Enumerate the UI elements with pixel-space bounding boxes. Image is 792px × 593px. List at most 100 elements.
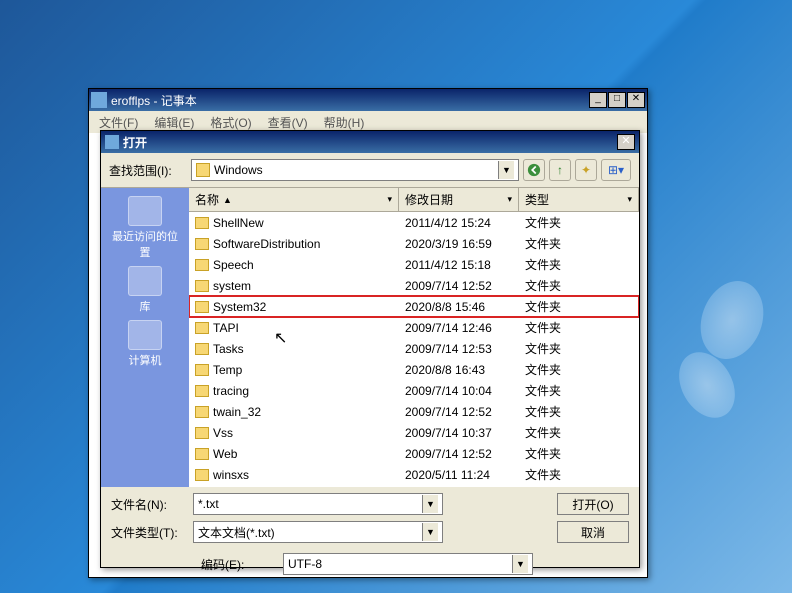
encoding-dropdown[interactable]: UTF-8 ▼ xyxy=(283,553,533,575)
file-type: 文件夹 xyxy=(519,360,639,379)
chevron-down-icon: ▼ xyxy=(498,161,514,179)
filename-input[interactable]: *.txt ▼ xyxy=(193,493,443,515)
lookin-dropdown[interactable]: Windows ▼ xyxy=(191,159,519,181)
folder-icon xyxy=(195,238,209,250)
file-name: tracing xyxy=(213,384,249,398)
folder-icon xyxy=(196,163,210,177)
lookin-value: Windows xyxy=(214,163,263,177)
file-name: System32 xyxy=(213,300,266,314)
folder-icon xyxy=(195,217,209,229)
file-date: 2009/7/14 10:37 xyxy=(399,425,519,441)
places-sidebar: 最近访问的位置 库 计算机 xyxy=(101,188,189,487)
column-name[interactable]: 名称 ▲▾ xyxy=(189,188,399,211)
file-date: 2009/7/14 12:46 xyxy=(399,320,519,336)
close-button[interactable]: ✕ xyxy=(627,92,645,108)
dialog-title: 打开 xyxy=(123,134,617,151)
folder-icon xyxy=(195,364,209,376)
file-date: 2009/7/14 12:53 xyxy=(399,341,519,357)
file-name: SoftwareDistribution xyxy=(213,237,320,251)
folder-icon xyxy=(195,427,209,439)
file-name: Speech xyxy=(213,258,254,272)
folder-icon xyxy=(195,280,209,292)
open-dialog: 打开 ✕ 查找范围(I): Windows ▼ ↑ ✦ ⊞▾ 最近访问的位置 库 xyxy=(100,130,640,568)
maximize-button[interactable]: □ xyxy=(608,92,626,108)
folder-icon xyxy=(195,301,209,313)
file-row[interactable]: twain_322009/7/14 12:52文件夹 xyxy=(189,401,639,422)
computer-icon xyxy=(128,320,162,350)
sidebar-item-computer[interactable]: 计算机 xyxy=(110,320,180,368)
file-row[interactable]: system 2009/7/14 12:52文件夹 xyxy=(189,275,639,296)
file-type: 文件夹 xyxy=(519,234,639,253)
sidebar-item-recent[interactable]: 最近访问的位置 xyxy=(110,196,180,260)
file-row[interactable]: Web2009/7/14 12:52文件夹 xyxy=(189,443,639,464)
notepad-titlebar[interactable]: erofflps - 记事本 _ □ ✕ xyxy=(89,89,647,111)
file-name: Web xyxy=(213,447,237,461)
file-name: Vss xyxy=(213,426,233,440)
folder-icon xyxy=(195,448,209,460)
file-name: Tasks xyxy=(213,342,244,356)
folder-icon xyxy=(195,259,209,271)
back-button[interactable] xyxy=(523,159,545,181)
folder-icon xyxy=(195,385,209,397)
file-type: 文件夹 xyxy=(519,381,639,400)
encoding-label: 编码(E): xyxy=(201,556,283,573)
views-button[interactable]: ⊞▾ xyxy=(601,159,631,181)
file-list-header: 名称 ▲▾ 修改日期▾ 类型▾ xyxy=(189,188,639,212)
file-date: 2009/7/14 10:04 xyxy=(399,383,519,399)
folder-icon xyxy=(195,343,209,355)
file-date: 2020/3/19 16:59 xyxy=(399,236,519,252)
file-name: winsxs xyxy=(213,468,249,482)
up-one-level-button[interactable]: ↑ xyxy=(549,159,571,181)
file-date: 2009/7/14 12:52 xyxy=(399,404,519,420)
recent-places-icon xyxy=(128,196,162,226)
file-row[interactable]: System322020/8/8 15:46文件夹 xyxy=(189,296,639,317)
filetype-dropdown[interactable]: 文本文档(*.txt) ▼ xyxy=(193,521,443,543)
file-row[interactable]: Speech2011/4/12 15:18文件夹 xyxy=(189,254,639,275)
folder-icon xyxy=(195,406,209,418)
file-name: Temp xyxy=(213,363,242,377)
open-button[interactable]: 打开(O) xyxy=(557,493,629,515)
file-row[interactable]: winsxs 2020/5/11 11:24文件夹 xyxy=(189,464,639,485)
file-row[interactable]: tracing 2009/7/14 10:04文件夹 xyxy=(189,380,639,401)
file-row[interactable]: Tasks 2009/7/14 12:53文件夹 xyxy=(189,338,639,359)
file-name: twain_32 xyxy=(213,405,261,419)
file-type: 文件夹 xyxy=(519,318,639,337)
file-type: 文件夹 xyxy=(519,255,639,274)
file-row[interactable]: ShellNew 2011/4/12 15:24文件夹 xyxy=(189,212,639,233)
file-name: TAPI xyxy=(213,321,239,335)
column-date[interactable]: 修改日期▾ xyxy=(399,188,519,211)
file-type: 文件夹 xyxy=(519,276,639,295)
dialog-titlebar[interactable]: 打开 ✕ xyxy=(101,131,639,153)
libraries-icon xyxy=(128,266,162,296)
file-date: 2011/4/12 15:24 xyxy=(399,215,519,231)
notepad-icon xyxy=(91,92,107,108)
file-type: 文件夹 xyxy=(519,465,639,484)
folder-icon xyxy=(195,322,209,334)
minimize-button[interactable]: _ xyxy=(589,92,607,108)
file-type: 文件夹 xyxy=(519,339,639,358)
sidebar-item-libraries[interactable]: 库 xyxy=(110,266,180,314)
file-list[interactable]: 名称 ▲▾ 修改日期▾ 类型▾ ShellNew2011/4/12 15:24文… xyxy=(189,188,639,487)
file-type: 文件夹 xyxy=(519,213,639,232)
new-folder-button[interactable]: ✦ xyxy=(575,159,597,181)
file-name: system xyxy=(213,279,251,293)
file-row[interactable]: Vss 2009/7/14 10:37文件夹 xyxy=(189,422,639,443)
chevron-down-icon: ▼ xyxy=(512,555,528,573)
file-row[interactable]: TAPI 2009/7/14 12:46文件夹 xyxy=(189,317,639,338)
column-type[interactable]: 类型▾ xyxy=(519,188,639,211)
file-row[interactable]: Temp 2020/8/8 16:43文件夹 xyxy=(189,359,639,380)
file-date: 2020/5/11 11:24 xyxy=(399,467,519,483)
file-type: 文件夹 xyxy=(519,423,639,442)
file-date: 2009/7/14 12:52 xyxy=(399,278,519,294)
notepad-title: erofflps - 记事本 xyxy=(111,92,589,109)
chevron-down-icon: ▼ xyxy=(422,523,438,541)
file-type: 文件夹 xyxy=(519,297,639,316)
cancel-button[interactable]: 取消 xyxy=(557,521,629,543)
filename-label: 文件名(N): xyxy=(111,496,193,513)
folder-icon xyxy=(195,469,209,481)
file-row[interactable]: SoftwareDistribution 2020/3/19 16:59文件夹 xyxy=(189,233,639,254)
dialog-close-button[interactable]: ✕ xyxy=(617,134,635,150)
file-name: ShellNew xyxy=(213,216,264,230)
file-row[interactable]: zh-CN2011/4/12 15:18文件夹 xyxy=(189,485,639,487)
file-date: 2020/8/8 16:43 xyxy=(399,362,519,378)
